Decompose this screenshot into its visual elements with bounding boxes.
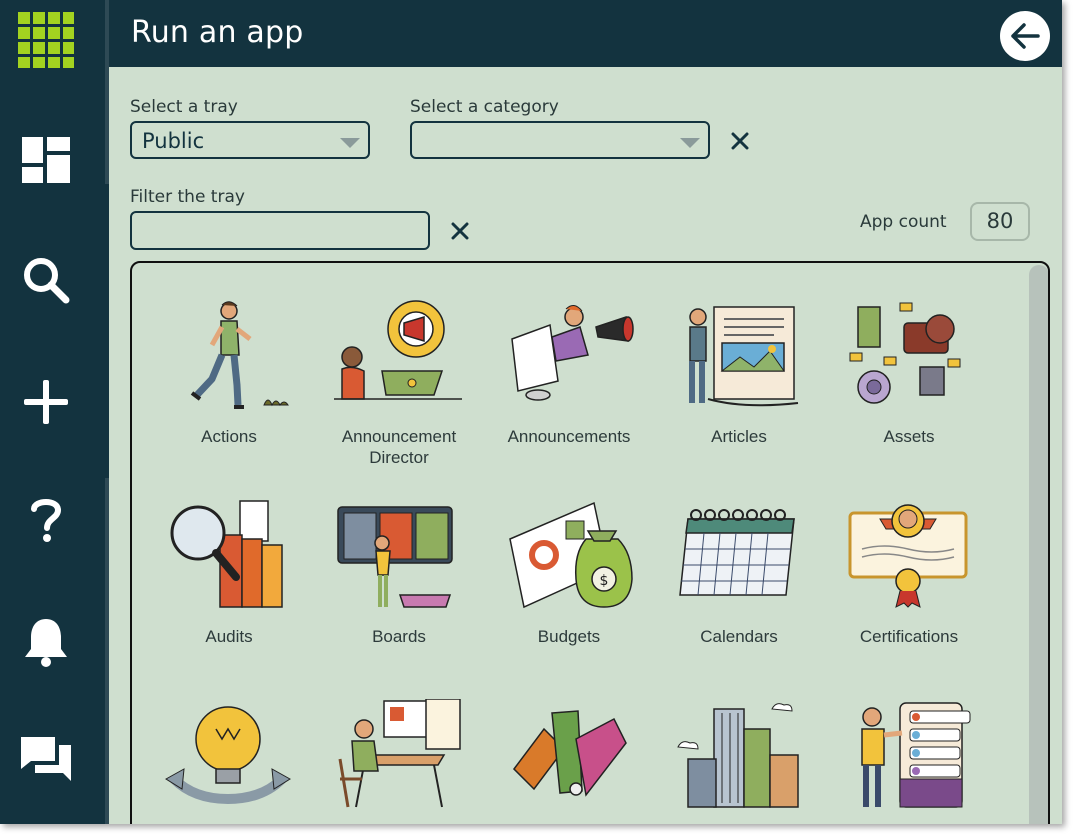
category-label: Select a category (410, 97, 559, 117)
close-icon (451, 222, 469, 240)
app-tile-calendars[interactable]: Calendars (654, 499, 824, 647)
back-button[interactable] (1000, 11, 1050, 61)
app-name: Announcements (507, 427, 631, 446)
app-tile-announcements[interactable]: Announcements (484, 299, 654, 447)
run-app-window: Run an app Select a tray Public Select a… (0, 0, 1062, 824)
app-name: Audits (205, 627, 253, 646)
app-tile-articles[interactable]: Articles (654, 299, 824, 447)
sidebar (0, 0, 109, 824)
app-name: Assets (883, 427, 935, 446)
app-tile-audits[interactable]: Audits (144, 499, 314, 647)
app-tile-colors[interactable] (484, 699, 654, 824)
contact-list-icon (861, 702, 971, 808)
app-tile-actions[interactable]: Actions (144, 299, 314, 447)
app-tile-announcement-director[interactable]: Announcement Director (314, 299, 484, 468)
desk-worker-icon (338, 698, 461, 808)
header-bar: Run an app (109, 0, 1062, 67)
chevron-down-icon (340, 138, 360, 148)
tray-select-value: Public (142, 129, 205, 153)
app-tile-desk[interactable] (314, 698, 484, 824)
app-name: Articles (711, 427, 767, 446)
filter-label: Filter the tray (130, 187, 245, 207)
chat-icon[interactable] (0, 720, 92, 800)
plus-icon[interactable] (0, 362, 92, 442)
app-tile-idea[interactable] (144, 699, 314, 824)
close-icon (731, 132, 749, 150)
page-title: Run an app (131, 15, 304, 50)
help-icon[interactable] (0, 480, 92, 560)
certificate-icon (848, 504, 968, 608)
chevron-down-icon (680, 138, 700, 148)
article-scroll-icon (689, 306, 799, 407)
color-swatch-icon (513, 710, 627, 797)
director-gear-icon (334, 300, 462, 400)
calendar-icon (679, 509, 795, 596)
city-buildings-icon (677, 703, 799, 808)
app-tile-city[interactable] (654, 699, 824, 824)
category-select[interactable] (410, 121, 710, 159)
app-tray: Actions Announcement Director Announceme… (130, 261, 1050, 824)
megaphone-screen-icon (511, 305, 634, 401)
dashboard-icon[interactable] (0, 120, 92, 200)
app-count-value: 80 (970, 202, 1030, 241)
tray-select[interactable]: Public (130, 121, 370, 159)
clear-category-button[interactable] (728, 129, 752, 153)
app-tile-contacts[interactable] (824, 699, 994, 824)
svg-text:$: $ (600, 573, 609, 589)
clear-filter-button[interactable] (448, 219, 472, 243)
app-name: Announcement Director (341, 427, 457, 467)
app-count-label: App count (860, 212, 947, 232)
app-tile-boards[interactable]: Boards (314, 499, 484, 647)
app-tile-certifications[interactable]: Certifications (824, 499, 994, 647)
apps-grid-icon[interactable] (0, 0, 92, 80)
app-name: Boards (372, 627, 426, 646)
app-tile-assets[interactable]: Assets (824, 299, 994, 447)
money-bag-icon: $ (509, 501, 633, 609)
filter-input[interactable] (130, 211, 430, 250)
kanban-board-icon (337, 506, 453, 608)
app-name: Calendars (700, 627, 778, 646)
app-name: Certifications (859, 627, 959, 646)
arrow-left-icon (1011, 23, 1040, 49)
app-name: Actions (201, 427, 257, 446)
tray-label: Select a tray (130, 97, 238, 117)
machinery-icon (849, 302, 961, 404)
search-icon[interactable] (0, 240, 92, 320)
tray-scrollbar[interactable] (1029, 265, 1048, 824)
magnifier-binders-icon (170, 500, 283, 608)
bell-icon[interactable] (0, 602, 92, 682)
app-name: Budgets (537, 627, 601, 646)
app-tile-budgets[interactable]: $ Budgets (484, 499, 654, 647)
running-person-icon (190, 301, 289, 409)
lightbulb-icon (165, 706, 291, 805)
